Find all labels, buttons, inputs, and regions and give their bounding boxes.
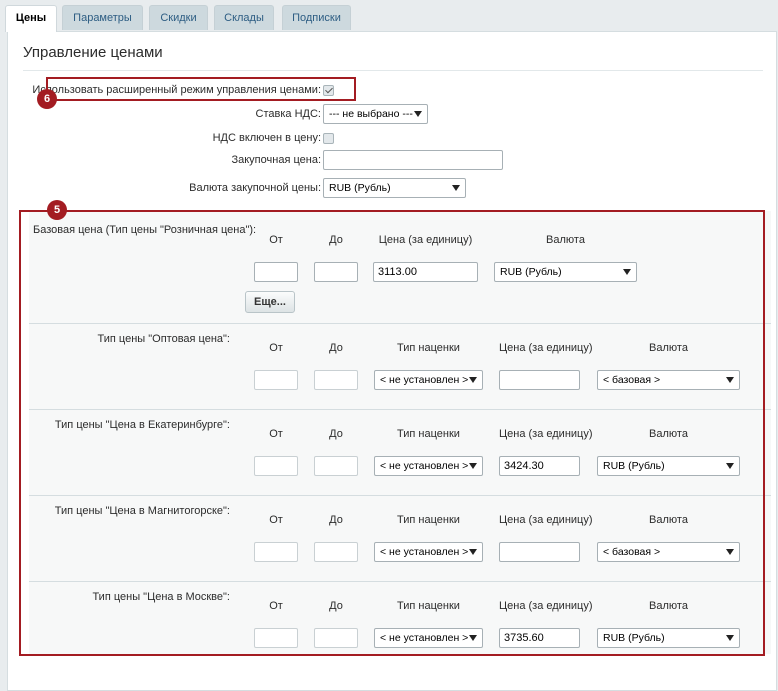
annotation-box-6	[46, 77, 356, 101]
purchase-price-input[interactable]	[323, 150, 503, 170]
annotation-badge-5: 5	[47, 200, 67, 220]
annotation-box-5	[19, 210, 765, 656]
vat-rate-label: Ставка НДС:	[255, 108, 321, 120]
tab-discounts[interactable]: Скидки	[149, 5, 208, 30]
chevron-down-icon	[452, 185, 460, 191]
tab-warehouses[interactable]: Склады	[214, 5, 274, 30]
vat-rate-value: --- не выбрано ---	[329, 108, 413, 120]
title-divider	[23, 70, 763, 71]
tab-subscriptions[interactable]: Подписки	[282, 5, 351, 30]
chevron-down-icon	[414, 111, 422, 117]
annotation-badge-6: 6	[37, 89, 57, 109]
purchase-currency-label: Валюта закупочной цены:	[189, 182, 321, 194]
vat-included-label: НДС включен в цену:	[212, 132, 321, 144]
purchase-price-label: Закупочная цена:	[231, 154, 321, 166]
vat-rate-select[interactable]: --- не выбрано ---	[323, 104, 428, 124]
purchase-currency-select[interactable]: RUB (Рубль)	[323, 178, 466, 198]
vat-included-checkbox[interactable]	[323, 133, 334, 144]
purchase-currency-value: RUB (Рубль)	[329, 182, 391, 194]
page-title: Управление ценами	[23, 44, 163, 61]
tab-parameters[interactable]: Параметры	[62, 5, 143, 30]
prices-panel: Управление ценами Использовать расширенн…	[7, 31, 777, 691]
tab-prices[interactable]: Цены	[5, 5, 57, 32]
